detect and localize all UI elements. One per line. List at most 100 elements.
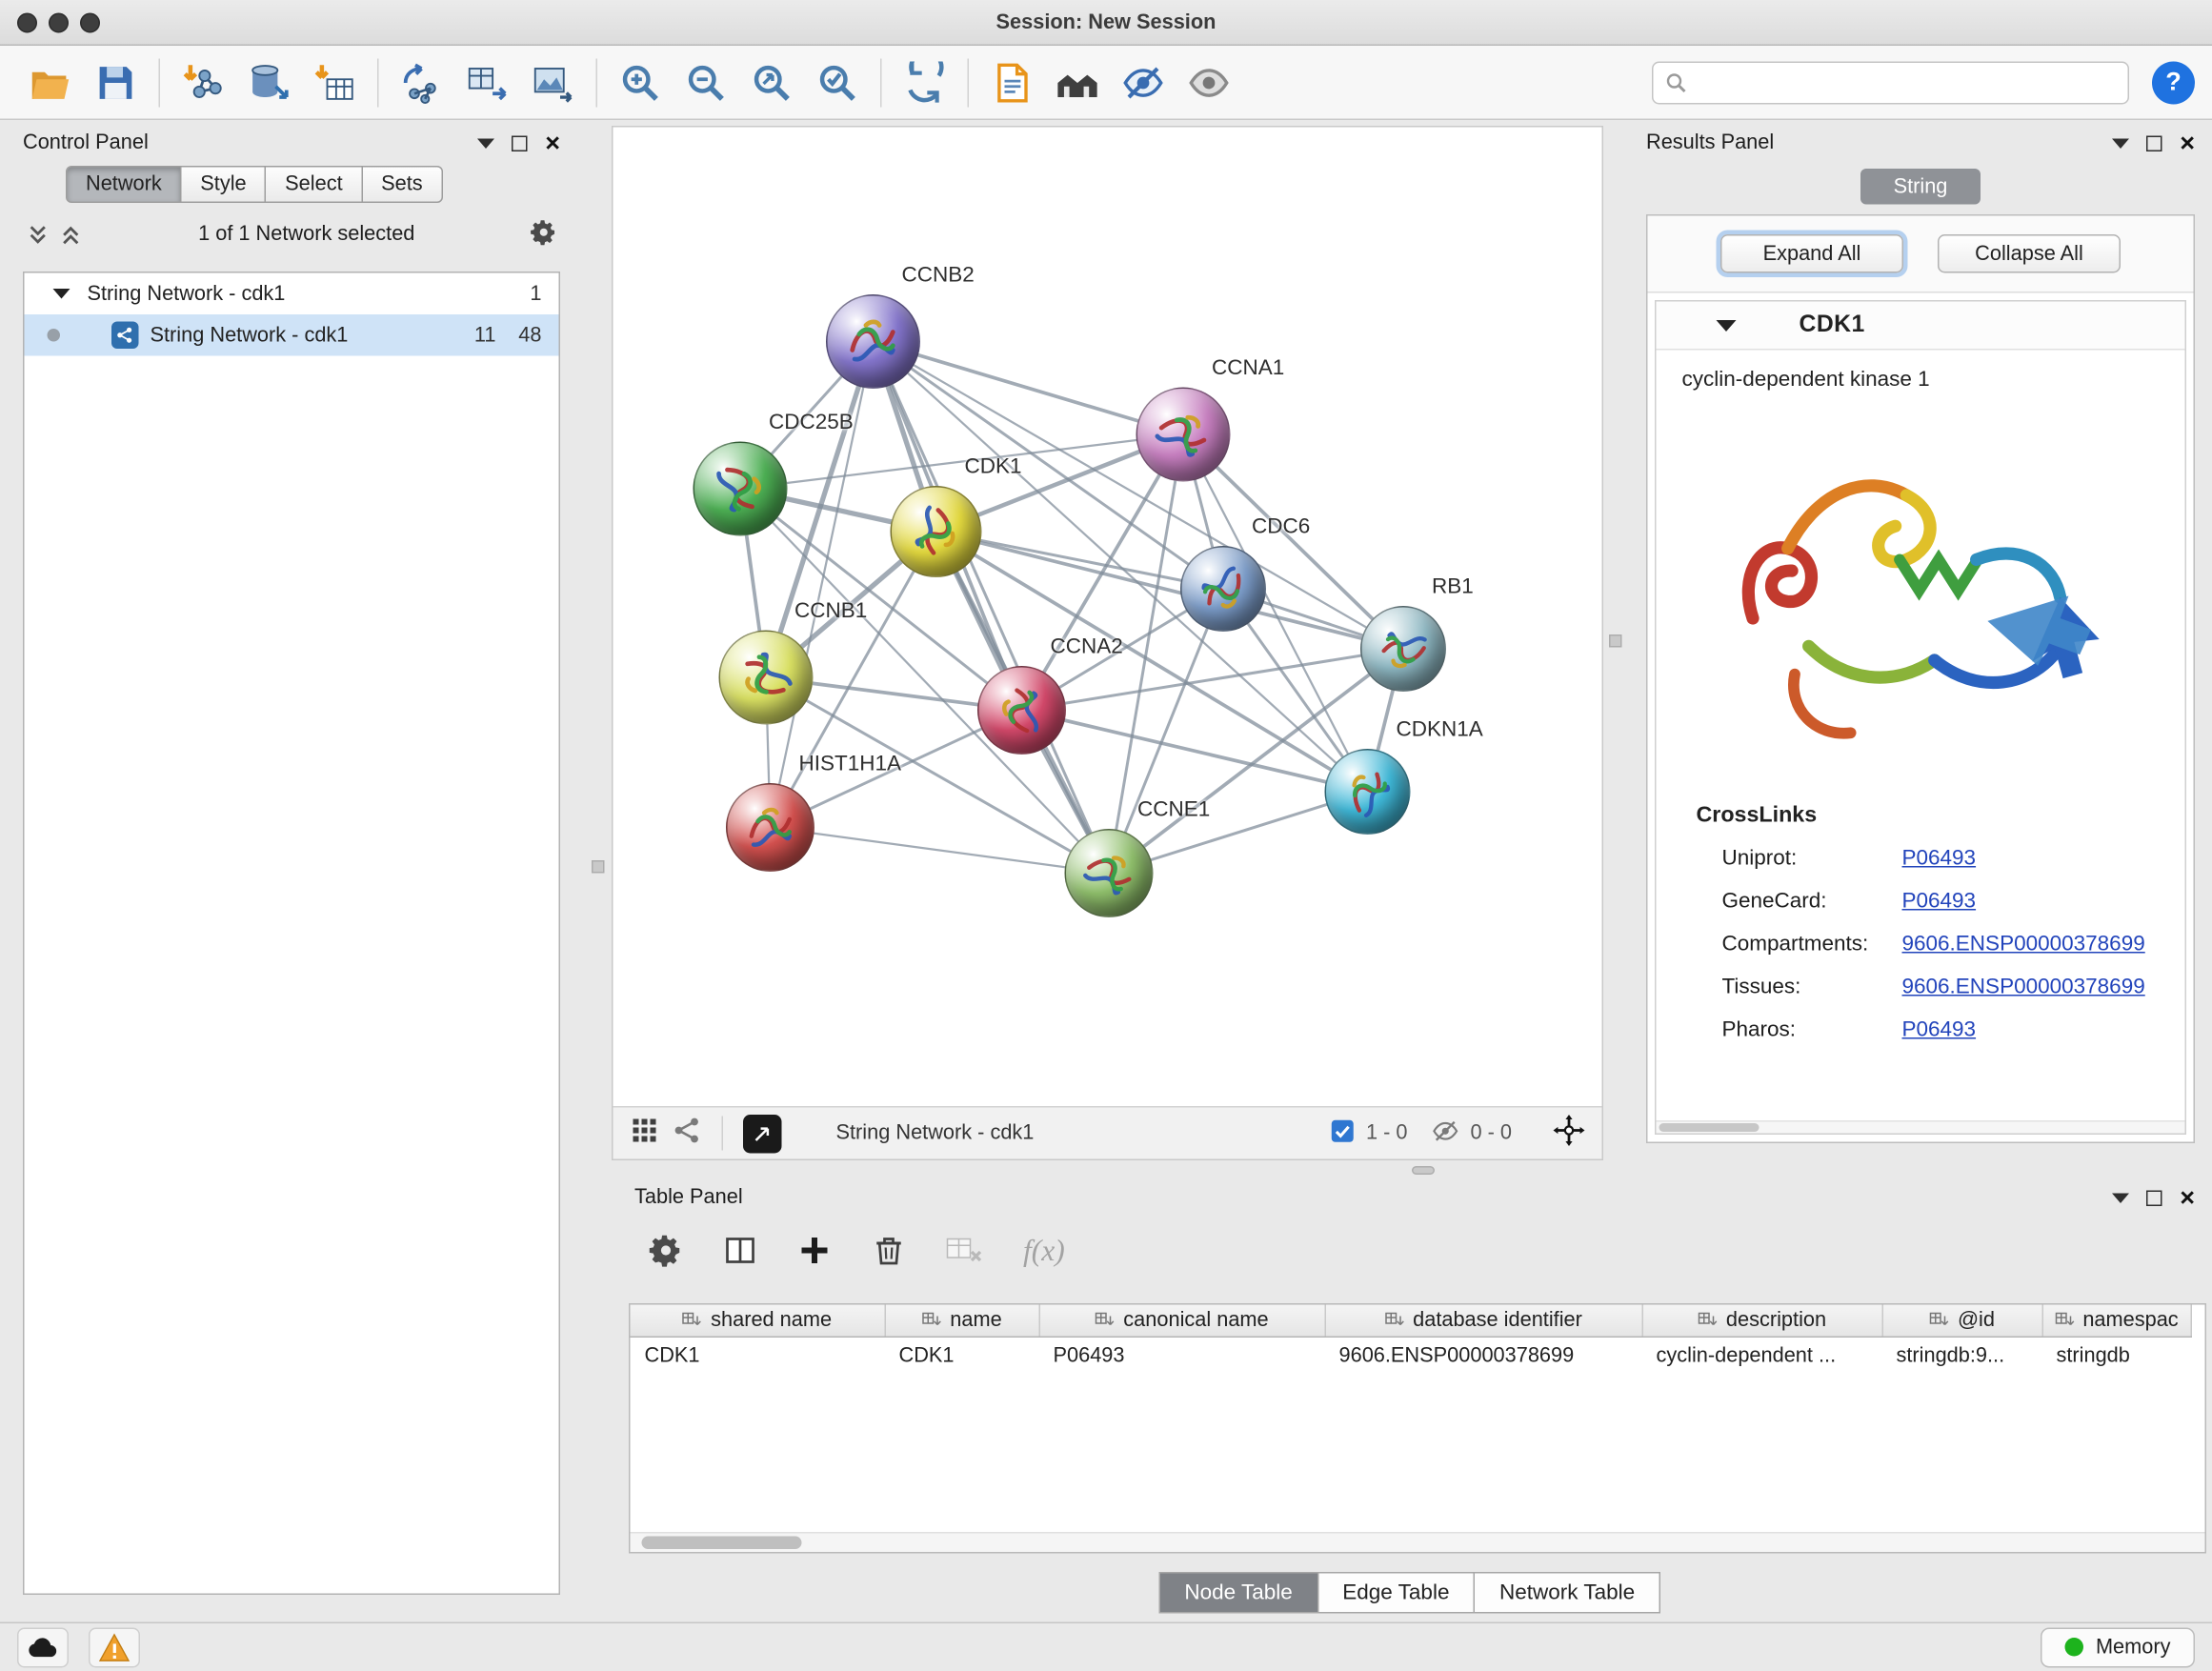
memory-button[interactable]: Memory bbox=[2040, 1627, 2195, 1667]
crosslink-value-link[interactable]: P06493 bbox=[1902, 889, 1977, 914]
collection-expand-caret-icon[interactable] bbox=[53, 289, 70, 299]
network-node-CCNA2[interactable] bbox=[977, 666, 1066, 755]
hide-graphics-eye-icon[interactable] bbox=[1111, 53, 1176, 111]
panel-menu-icon[interactable] bbox=[2113, 1193, 2130, 1203]
table-settings-gear-icon[interactable] bbox=[649, 1234, 683, 1268]
column-header-namespac[interactable]: namespac bbox=[2042, 1305, 2191, 1338]
zoom-out-icon[interactable] bbox=[674, 53, 739, 111]
annotation-document-icon[interactable] bbox=[979, 53, 1045, 111]
grid-view-icon[interactable] bbox=[631, 1117, 659, 1151]
zoom-fit-content-icon[interactable] bbox=[739, 53, 805, 111]
home-networks-icon[interactable] bbox=[1045, 53, 1111, 111]
network-edge-CCNA2-CDKN1A[interactable] bbox=[1022, 711, 1368, 793]
network-canvas[interactable]: CCNB2 CCNA1 CDC25B CDK1 CDC6 RB1 CCNB1 C… bbox=[613, 128, 1602, 1107]
network-share-icon[interactable] bbox=[674, 1117, 702, 1151]
warnings-button[interactable] bbox=[89, 1627, 140, 1667]
panel-close-icon[interactable]: × bbox=[2180, 131, 2195, 156]
panel-menu-icon[interactable] bbox=[2113, 138, 2130, 149]
help-icon[interactable]: ? bbox=[2152, 61, 2195, 104]
collapse-all-icon[interactable] bbox=[26, 222, 50, 247]
scrollbar-thumb[interactable] bbox=[1659, 1123, 1760, 1132]
tab-node-table[interactable]: Node Table bbox=[1158, 1572, 1317, 1614]
network-edge-HIST1H1A-CCNE1[interactable] bbox=[771, 828, 1110, 874]
network-edge-CCNB2-CCNA1[interactable] bbox=[874, 342, 1184, 435]
cloud-status-button[interactable] bbox=[17, 1627, 69, 1667]
search-box[interactable] bbox=[1652, 61, 2129, 104]
open-session-icon[interactable] bbox=[17, 53, 83, 111]
network-node-CDC6[interactable] bbox=[1180, 546, 1266, 632]
panel-float-icon[interactable] bbox=[2147, 135, 2163, 151]
import-network-file-icon[interactable] bbox=[171, 53, 236, 111]
tab-select[interactable]: Select bbox=[265, 166, 362, 203]
zoom-in-icon[interactable] bbox=[608, 53, 674, 111]
panel-float-icon[interactable] bbox=[2147, 1190, 2163, 1206]
network-node-CDC25B[interactable] bbox=[694, 442, 788, 536]
splitter-handle[interactable] bbox=[1412, 1166, 1435, 1175]
column-header-shared-name[interactable]: shared name bbox=[631, 1305, 885, 1338]
network-edge-CCNB2-CCNE1[interactable] bbox=[874, 342, 1110, 874]
column-header-canonical-name[interactable]: canonical name bbox=[1039, 1305, 1325, 1338]
tab-string[interactable]: String bbox=[1860, 169, 1981, 205]
tab-style[interactable]: Style bbox=[180, 166, 266, 203]
tab-edge-table[interactable]: Edge Table bbox=[1317, 1572, 1475, 1614]
import-table-icon[interactable] bbox=[302, 53, 368, 111]
show-graphics-eye-icon[interactable] bbox=[1176, 53, 1242, 111]
table-cell: stringdb:9... bbox=[1882, 1337, 2042, 1375]
column-header-database-identifier[interactable]: database identifier bbox=[1325, 1305, 1642, 1338]
network-node-CCNB1[interactable] bbox=[719, 631, 814, 725]
tab-network-table[interactable]: Network Table bbox=[1474, 1572, 1660, 1614]
column-header-description[interactable]: description bbox=[1642, 1305, 1882, 1338]
delete-column-trash-icon[interactable] bbox=[872, 1234, 906, 1268]
splitter-handle[interactable] bbox=[592, 860, 605, 874]
apply-layout-icon[interactable] bbox=[892, 53, 957, 111]
network-node-CCNA1[interactable] bbox=[1136, 388, 1231, 482]
hidden-items-eye-icon[interactable] bbox=[1432, 1117, 1459, 1150]
table-row[interactable]: CDK1CDK1P064939606.ENSP00000378699cyclin… bbox=[631, 1337, 2191, 1375]
column-header-name[interactable]: name bbox=[885, 1305, 1039, 1338]
gene-collapse-caret-icon[interactable] bbox=[1717, 319, 1737, 331]
network-node-CCNE1[interactable] bbox=[1065, 829, 1154, 917]
birdseye-view-toggle[interactable] bbox=[743, 1114, 782, 1153]
zoom-window-button[interactable] bbox=[80, 13, 100, 33]
network-node-CDKN1A[interactable] bbox=[1325, 749, 1411, 835]
new-network-from-selection-icon[interactable] bbox=[389, 53, 454, 111]
show-columns-icon[interactable] bbox=[723, 1234, 757, 1268]
panel-float-icon[interactable] bbox=[513, 135, 529, 151]
import-network-database-icon[interactable] bbox=[236, 53, 302, 111]
search-input[interactable] bbox=[1697, 70, 2117, 93]
crosslink-value-link[interactable]: P06493 bbox=[1902, 1017, 1977, 1042]
add-column-icon[interactable] bbox=[797, 1234, 832, 1268]
new-network-from-table-icon[interactable] bbox=[454, 53, 520, 111]
column-header--id[interactable]: @id bbox=[1882, 1305, 2042, 1338]
panel-close-icon[interactable]: × bbox=[2180, 1185, 2195, 1211]
network-row[interactable]: String Network - cdk1 11 48 bbox=[25, 314, 559, 356]
crosslink-value-link[interactable]: 9606.ENSP00000378699 bbox=[1902, 932, 2145, 956]
tab-sets[interactable]: Sets bbox=[361, 166, 443, 203]
network-node-CCNB2[interactable] bbox=[826, 294, 920, 389]
expand-all-icon[interactable] bbox=[59, 222, 84, 247]
network-node-CDK1[interactable] bbox=[891, 486, 982, 577]
network-node-HIST1H1A[interactable] bbox=[726, 783, 814, 872]
panel-menu-icon[interactable] bbox=[478, 138, 495, 149]
zoom-selected-icon[interactable] bbox=[805, 53, 871, 111]
network-node-RB1[interactable] bbox=[1360, 606, 1446, 692]
gene-section-header[interactable]: CDK1 bbox=[1657, 302, 2185, 351]
panel-close-icon[interactable]: × bbox=[545, 131, 560, 156]
table-horizontal-scrollbar[interactable] bbox=[631, 1532, 2205, 1552]
results-horizontal-scrollbar[interactable] bbox=[1657, 1120, 2185, 1134]
crosslink-value-link[interactable]: 9606.ENSP00000378699 bbox=[1902, 975, 2145, 999]
splitter-handle[interactable] bbox=[1609, 634, 1622, 648]
save-session-icon[interactable] bbox=[83, 53, 149, 111]
tab-network[interactable]: Network bbox=[66, 166, 182, 203]
close-window-button[interactable] bbox=[17, 13, 37, 33]
network-options-gear-icon[interactable] bbox=[531, 218, 558, 252]
export-image-icon[interactable] bbox=[520, 53, 586, 111]
minimize-window-button[interactable] bbox=[49, 13, 69, 33]
selected-items-checkbox-icon[interactable] bbox=[1331, 1118, 1356, 1149]
expand-all-button[interactable]: Expand All bbox=[1720, 234, 1903, 273]
collapse-all-button[interactable]: Collapse All bbox=[1938, 234, 2121, 273]
pan-crosshair-icon[interactable] bbox=[1554, 1115, 1585, 1152]
scrollbar-thumb[interactable] bbox=[642, 1537, 802, 1550]
network-collection-row[interactable]: String Network - cdk1 1 bbox=[25, 273, 559, 315]
crosslink-value-link[interactable]: P06493 bbox=[1902, 846, 1977, 871]
